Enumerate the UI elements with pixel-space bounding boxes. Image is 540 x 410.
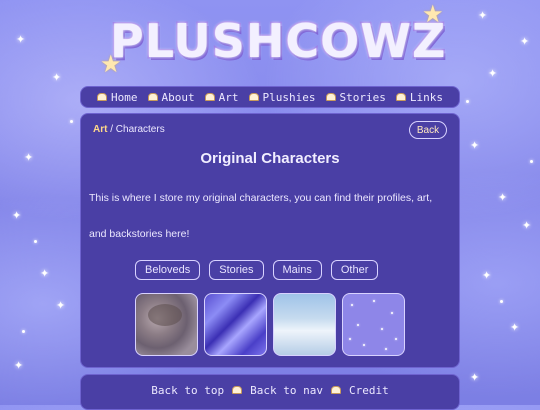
tab-other[interactable]: Other — [330, 260, 379, 280]
back-to-top-link[interactable]: Back to top — [151, 384, 224, 397]
nav-item-links[interactable]: Links — [395, 90, 443, 104]
star-icon: ✦ — [520, 35, 530, 48]
tab-mains[interactable]: Mains — [272, 260, 322, 280]
tab-stories[interactable]: Stories — [209, 260, 264, 280]
star-icon: ✦ — [12, 209, 22, 222]
site-logo[interactable]: PLUSHCOWZ ★ ★ — [100, 0, 447, 78]
star-icon: ✦ — [14, 359, 24, 372]
nav-label: Stories — [339, 90, 386, 104]
bread-icon — [325, 93, 336, 101]
star-icon: ✦ — [52, 71, 62, 84]
category-tabs: Beloveds Stories Mains Other — [135, 260, 379, 280]
bread-icon — [330, 386, 341, 394]
star-icon: ✦ — [482, 269, 492, 282]
star-icon: ✦ — [40, 267, 50, 280]
sparkle-dot — [530, 160, 533, 163]
footer-label: Back to nav — [250, 384, 323, 397]
page-title: Original Characters — [200, 150, 340, 167]
back-to-nav-link[interactable]: Back to nav — [250, 384, 323, 397]
nav-item-plushies[interactable]: Plushies — [248, 90, 316, 104]
credit-link[interactable]: Credit — [349, 384, 389, 397]
logo-star-icon: ★ — [422, 0, 444, 28]
sparkle-dot — [466, 100, 469, 103]
footer-label: Back to top — [151, 384, 225, 397]
breadcrumb-current: Characters — [115, 124, 165, 135]
nav-label: Home — [111, 90, 138, 104]
content-panel: Art / Characters Back Original Character… — [80, 113, 460, 368]
star-icon: ✦ — [498, 191, 508, 204]
nav-label: Art — [218, 90, 239, 104]
thumbnail-mains[interactable] — [273, 293, 336, 356]
breadcrumb: Art / Characters — [93, 124, 165, 135]
nav-item-stories[interactable]: Stories — [325, 90, 386, 104]
nav-label: Plushies — [262, 90, 316, 104]
footer-label: Credit — [348, 384, 389, 397]
star-icon: ✦ — [470, 139, 480, 152]
star-icon: ✦ — [488, 67, 498, 80]
logo-text: PLUSHCOWZ — [108, 13, 447, 70]
sparkle-dot — [34, 240, 37, 243]
nav-label: Links — [409, 90, 443, 104]
category-thumbnails — [135, 293, 405, 356]
bread-icon — [232, 386, 243, 394]
nav-item-about[interactable]: About — [147, 90, 195, 104]
star-icon: ✦ — [16, 33, 26, 46]
sparkle-dot — [500, 300, 503, 303]
main-nav: Home About Art Plushies Stories Links — [80, 86, 460, 108]
nav-item-art[interactable]: Art — [204, 90, 239, 104]
bread-icon — [204, 93, 215, 101]
star-icon: ✦ — [24, 151, 34, 164]
back-button[interactable]: Back — [409, 121, 447, 139]
breadcrumb-separator: / — [110, 124, 114, 135]
bread-icon — [97, 93, 108, 101]
bread-icon — [147, 93, 158, 101]
star-icon: ✦ — [470, 371, 480, 384]
sparkle-dot — [22, 330, 25, 333]
thumbnail-beloveds[interactable] — [135, 293, 198, 356]
nav-item-home[interactable]: Home — [97, 91, 138, 104]
thumbnail-stories[interactable] — [204, 293, 267, 356]
bread-icon — [395, 93, 406, 101]
sparkle-dot — [70, 120, 73, 123]
star-icon: ✦ — [478, 9, 488, 22]
tab-beloveds[interactable]: Beloveds — [135, 260, 201, 280]
thumbnail-other[interactable] — [342, 293, 405, 356]
star-icon: ✦ — [510, 321, 520, 334]
star-icon: ✦ — [56, 299, 66, 312]
nav-label: About — [161, 90, 195, 104]
intro-text: This is where I store my original charac… — [89, 192, 433, 240]
bread-icon — [248, 93, 259, 101]
star-icon: ✦ — [522, 219, 532, 232]
breadcrumb-link-art[interactable]: Art — [93, 124, 107, 135]
logo-star-icon: ★ — [100, 50, 122, 78]
